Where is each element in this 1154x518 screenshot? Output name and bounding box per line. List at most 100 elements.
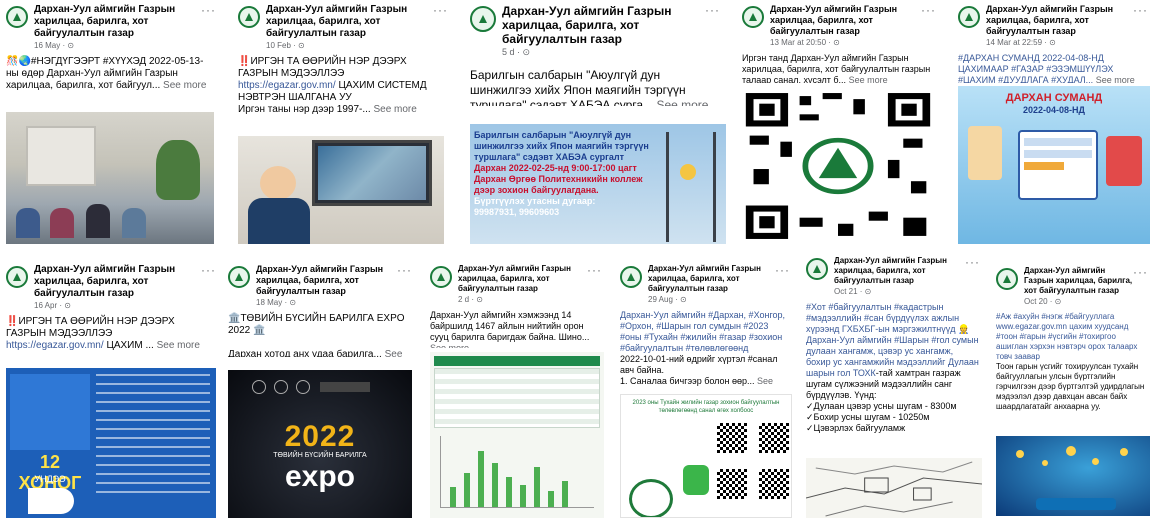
post-image[interactable]: 2023 оны Тухайн жилийн газар зохион байг… (620, 394, 792, 518)
post-meta[interactable]: Oct 20 · ⊙ (1024, 297, 1150, 306)
post-image[interactable] (6, 112, 214, 244)
more-options-icon[interactable]: ··· (1133, 265, 1148, 279)
post-text: #Хот #байгуулалтын #кадастрын #мэдээллий… (806, 302, 979, 433)
page-logo-icon[interactable] (620, 266, 642, 288)
image-text-line: Барилгын салбарын "Аюулгүй дун (474, 130, 632, 140)
post-meta[interactable]: 10 Feb · ⊙ (266, 41, 450, 50)
see-more-link[interactable]: See more (157, 340, 200, 351)
post-meta[interactable]: 2 d · ⊙ (458, 295, 604, 304)
post-text: #Аж #ахуйн #нэгж #байгууллага www.egazar… (996, 312, 1145, 411)
page-name[interactable]: Дархан-Уул аймгийн Газрын харилцаа, бари… (266, 4, 450, 40)
more-options-icon[interactable]: ··· (705, 3, 720, 17)
list-item: ✓Дулаан цэвэр усны шугам - 8300м (806, 401, 957, 411)
page-name[interactable]: Дархан-Уул аймгийн Газрын харилцаа, бари… (834, 256, 982, 286)
post-card[interactable]: Дархан-Уул аймгийн Газрын харилцаа, бари… (222, 260, 418, 518)
post-card[interactable]: Дархан-Уул аймгийн Газрын харилцаа, бари… (952, 0, 1154, 250)
page-name[interactable]: Дархан-Уул аймгийн Газрын харилцаа, бари… (648, 264, 792, 294)
more-options-icon[interactable]: ··· (775, 263, 790, 277)
page-logo-icon[interactable] (742, 6, 764, 28)
post-card[interactable]: Дархан-Уул аймгийн Газрын харилцаа, бари… (232, 0, 454, 250)
image-text-line: Дархан Өргөө Политехникийн коллеж (474, 174, 643, 184)
image-small-text: УНДЭЭ (34, 474, 66, 484)
page-name[interactable]: Дархан-Уул аймгийн Газрын харилцаа, бари… (34, 264, 218, 300)
post-text: Дархан-Уул аймгийн хэмжээнд 14 байршилд … (424, 304, 608, 348)
page-logo-icon[interactable] (228, 266, 250, 288)
post-text: #ДАРХАН СУМАНД 2022-04-08-НД ЦАХИМААР #Г… (958, 53, 1135, 83)
post-meta[interactable]: 16 Apr · ⊙ (34, 301, 218, 310)
post-meta[interactable]: 5 d · ⊙ (502, 47, 722, 58)
post-image[interactable]: ДАРХАН СУМАНД 2022-04-08-НД (958, 86, 1150, 244)
page-logo-icon[interactable] (996, 268, 1018, 290)
page-logo-icon[interactable] (6, 6, 28, 28)
more-options-icon[interactable]: ··· (965, 255, 980, 269)
page-name[interactable]: Дархан-Уул аймгийн Газрын харилцаа, бари… (256, 264, 414, 297)
more-options-icon[interactable]: ··· (587, 263, 602, 277)
page-name[interactable]: Дархан-Уул аймгийн Газрын харилцаа, бари… (770, 4, 938, 37)
page-name[interactable]: Дархан-Уул аймгийн Газрын харилцаа, бари… (458, 264, 604, 294)
post-text: ‼️ИРГЭН ТА ӨӨРИЙН НЭР ДЭЭРХ ГАЗРЫН МЭДЭЭ… (6, 316, 200, 351)
post-meta[interactable]: 16 May · ⊙ (34, 41, 218, 50)
page-logo-icon[interactable] (6, 266, 28, 288)
page-logo-icon[interactable] (806, 258, 828, 280)
post-image[interactable] (996, 436, 1150, 516)
post-card[interactable]: Дархан-Уул аймгийн Газрын харилцаа, бари… (800, 252, 986, 518)
page-name[interactable]: Дархан-Уул аймгийн Газрын харилцаа, бари… (1024, 266, 1150, 296)
see-more-link[interactable]: See more (656, 98, 708, 106)
post-image[interactable]: Барилгын салбарын "Аюулгүй дун шинжилгээ… (470, 124, 726, 244)
post-text: 🏛️ТӨВИЙН БҮСИЙН БАРИЛГА EXPO 2022 🏛️ Дар… (222, 307, 418, 357)
more-options-icon[interactable]: ··· (201, 3, 216, 17)
image-text-line: туршлага" сэдэвт ХАБЭА сургалт (474, 152, 625, 162)
post-text: Барилгын салбарын "Аюулгүй дун шинжилгээ… (464, 58, 726, 106)
post-image[interactable] (430, 352, 604, 518)
post-meta[interactable]: Oct 21 · ⊙ (834, 287, 982, 296)
page-name[interactable]: Дархан-Уул аймгийн Газрын харилцаа, бари… (502, 4, 722, 46)
post-card[interactable]: Дархан-Уул аймгийн Газрын харилцаа, бари… (990, 262, 1154, 518)
more-options-icon[interactable]: ··· (397, 263, 412, 277)
post-card[interactable]: Дархан-Уул аймгийн Газрын харилцаа, бари… (736, 0, 942, 250)
see-more-link[interactable]: See more (373, 104, 416, 115)
post-image[interactable] (238, 136, 444, 244)
page-logo-icon[interactable] (470, 6, 496, 32)
post-card[interactable]: Дархан-Уул аймгийн Газрын харилцаа, бари… (424, 260, 608, 518)
post-meta[interactable]: 29 Aug · ⊙ (648, 295, 792, 304)
post-card[interactable]: Дархан-Уул аймгийн Газрын харилцаа, бари… (0, 0, 222, 250)
image-text-line: 99987931, 99609603 (474, 207, 560, 217)
post-image[interactable]: 12 ХОНОГ УНДЭЭ (6, 368, 216, 518)
image-date: 2022-04-08-НД (1023, 105, 1085, 115)
post-image[interactable]: 2022 ТӨВИЙН БҮСИЙН БАРИЛГА expo (228, 370, 412, 518)
image-text-line: Дархан 2022-02-25-нд 9:00-17:00 цагт (474, 163, 637, 173)
image-title: ДАРХАН СУМАНД (1005, 92, 1103, 104)
post-card[interactable]: Дархан-Уул аймгийн Газрын харилцаа, бари… (0, 260, 222, 518)
page-name[interactable]: Дархан-Уул аймгийн Газрын харилцаа, бари… (986, 4, 1150, 37)
see-more-link[interactable]: See more (849, 75, 888, 83)
image-text-line: дээр зохион байгуулагдана. (474, 185, 599, 195)
more-options-icon[interactable]: ··· (433, 3, 448, 17)
expo-subtitle: ТӨВИЙН БҮСИЙН БАРИЛГА (273, 452, 367, 459)
more-options-icon[interactable]: ··· (201, 263, 216, 277)
more-options-icon[interactable]: ··· (921, 3, 936, 17)
egazar-link[interactable]: https://egazar.gov.mn/ (238, 80, 336, 91)
qr-code-image[interactable] (742, 90, 934, 242)
post-text: 🎊🌏#НЭГДҮГЭЭРТ #ХҮҮХЭД 2022-05-13-ны өдөр… (6, 56, 207, 91)
egazar-link[interactable]: https://egazar.gov.mn/ (6, 340, 104, 351)
see-more-link[interactable]: See more (430, 343, 469, 348)
post-image[interactable] (806, 458, 982, 518)
page-logo-icon[interactable] (238, 6, 260, 28)
image-text-line: шинжилгээ хийх Япон маягийн тэргүүн (474, 141, 649, 151)
more-options-icon[interactable]: ··· (1133, 3, 1148, 17)
post-meta[interactable]: 13 Mar at 20:50 · ⊙ (770, 38, 938, 47)
see-more-link[interactable]: See more (1096, 75, 1135, 83)
image-text-line: төлөвлөгөөнд санал өгөх холбоос (658, 408, 754, 414)
post-card[interactable]: Дархан-Уул аймгийн Газрын харилцаа, бари… (614, 260, 796, 518)
see-more-link[interactable]: See more (163, 80, 206, 91)
page-logo-icon[interactable] (958, 6, 980, 28)
page-name[interactable]: Дархан-Уул аймгийн Газрын харилцаа, бари… (34, 4, 218, 40)
image-text-line: Бүртгүүлэх утасны дугаар: (474, 196, 596, 206)
post-text: Иргэн танд Дархан-Уул аймгийн Газрын хар… (742, 53, 931, 83)
qr-code-icon (742, 90, 934, 242)
post-card[interactable]: Дархан-Уул аймгийн Газрын харилцаа, бари… (464, 0, 726, 250)
post-meta[interactable]: 18 May · ⊙ (256, 298, 414, 307)
post-meta[interactable]: 14 Mar at 22:59 · ⊙ (986, 38, 1150, 47)
page-logo-icon[interactable] (430, 266, 452, 288)
expo-year: 2022 (284, 420, 356, 453)
